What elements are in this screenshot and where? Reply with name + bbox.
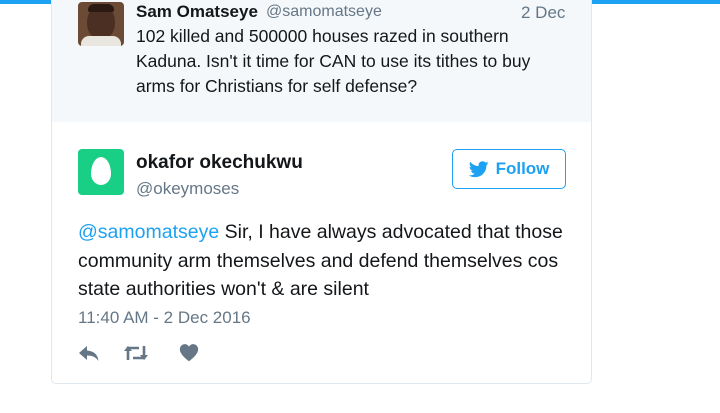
main-author-name[interactable]: okafor okechukwu bbox=[136, 152, 303, 174]
twitter-bird-icon bbox=[468, 160, 489, 177]
retweet-icon[interactable] bbox=[123, 343, 149, 363]
avatar-shirt bbox=[81, 36, 121, 46]
follow-button-label: Follow bbox=[495, 159, 550, 178]
parent-tweet[interactable]: Sam Omatseye @samomatseye 2 Dec 102 kill… bbox=[52, 0, 591, 122]
mention-link[interactable]: @samomatseye bbox=[78, 221, 219, 243]
main-tweet-text: @samomatseye Sir, I have always advocate… bbox=[78, 218, 578, 304]
main-author-handle[interactable]: @okeymoses bbox=[136, 179, 239, 199]
parent-author-avatar[interactable] bbox=[78, 2, 124, 46]
main-author-avatar[interactable] bbox=[78, 149, 124, 195]
parent-author-name[interactable]: Sam Omatseye bbox=[136, 2, 258, 22]
tweet-card: Sam Omatseye @samomatseye 2 Dec 102 kill… bbox=[51, 0, 592, 384]
like-icon[interactable] bbox=[179, 343, 199, 362]
parent-author-handle[interactable]: @samomatseye bbox=[266, 3, 382, 21]
parent-tweet-text: 102 killed and 500000 houses razed in so… bbox=[136, 26, 531, 96]
reply-icon[interactable] bbox=[78, 343, 100, 363]
tweet-timestamp[interactable]: 11:40 AM - 2 Dec 2016 bbox=[78, 308, 251, 328]
follow-button[interactable]: Follow bbox=[452, 149, 566, 189]
egg-avatar-icon bbox=[91, 157, 111, 185]
avatar-hair bbox=[88, 4, 114, 12]
parent-tweet-date[interactable]: 2 Dec bbox=[521, 3, 565, 23]
